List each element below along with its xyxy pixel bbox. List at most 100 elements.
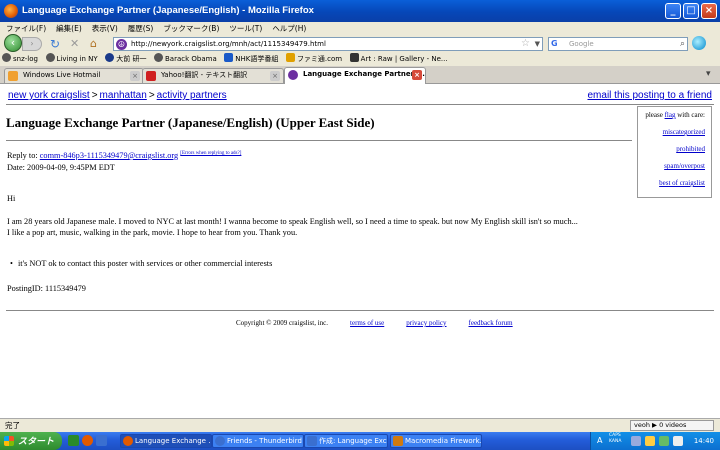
flag-miscategorized[interactable]: miscategorized bbox=[638, 128, 705, 136]
stop-button[interactable]: ✕ bbox=[70, 37, 79, 51]
menu-tools[interactable]: ツール(T) bbox=[223, 22, 266, 35]
tab-yahoo-translate[interactable]: Yahoo!翻訳 - テキスト翻訳 × bbox=[142, 68, 284, 83]
art-icon bbox=[349, 53, 359, 62]
famitsu-icon bbox=[285, 53, 295, 62]
flag-link[interactable]: flag bbox=[665, 111, 676, 119]
taskbar-item-fireworks[interactable]: Macromedia Firework... bbox=[390, 434, 482, 448]
compose-icon bbox=[307, 436, 317, 446]
gear-icon bbox=[45, 53, 55, 62]
search-placeholder: Google bbox=[569, 40, 594, 48]
crumb-manhattan[interactable]: manhattan bbox=[100, 90, 147, 101]
menu-bar: ファイル(F) 編集(E) 表示(V) 履歴(S) ブックマーク(B) ツール(T) ヘルプ… bbox=[0, 22, 720, 36]
forward-button[interactable]: › bbox=[22, 37, 42, 51]
email-posting-link[interactable]: email this posting to a friend bbox=[587, 90, 712, 101]
post-paragraph: I like a pop art, music, walking in the … bbox=[7, 228, 298, 237]
menu-view[interactable]: 表示(V) bbox=[86, 22, 122, 35]
status-text: 完了 bbox=[5, 421, 20, 430]
flag-spam-overpost[interactable]: spam/overpost bbox=[638, 162, 705, 170]
status-bar: 完了 veoh ▶ 0 videos bbox=[0, 418, 720, 432]
caps-kana-indicator: CAPS KANA bbox=[609, 433, 622, 444]
menu-bookmarks[interactable]: ブックマーク(B) bbox=[157, 22, 223, 35]
feedback-forum-link[interactable]: feedback forum bbox=[469, 319, 513, 327]
crumb-new-york[interactable]: new york craigslist bbox=[8, 90, 90, 101]
google-icon[interactable]: G bbox=[551, 39, 561, 49]
fireworks-icon bbox=[393, 436, 403, 446]
gear-icon bbox=[2, 53, 11, 62]
reply-email-link[interactable]: comm-846p3-1115349479@craigslist.org bbox=[40, 151, 178, 160]
close-icon[interactable]: × bbox=[412, 70, 422, 80]
back-button[interactable]: ‹ bbox=[4, 34, 22, 52]
title-bar: Language Exchange Partner (Japanese/Engl… bbox=[0, 0, 720, 22]
url-text[interactable]: http://newyork.craigslist.org/mnh/act/11… bbox=[131, 40, 326, 48]
page-content: new york craigslist > manhattan > activity p… bbox=[0, 84, 720, 418]
taskbar-item-thunderbird[interactable]: Friends - Thunderbird bbox=[212, 434, 304, 448]
bookmark-star-icon[interactable]: ☆ bbox=[521, 38, 530, 50]
flag-heading: please flag with care: bbox=[645, 111, 705, 119]
minimize-button[interactable]: _ bbox=[665, 3, 681, 19]
search-icon[interactable]: ⌕ bbox=[680, 38, 685, 50]
crumb-activity-partners[interactable]: activity partners bbox=[157, 90, 227, 101]
menu-edit[interactable]: 編集(E) bbox=[50, 22, 86, 35]
chevron-down-icon[interactable]: ▼ bbox=[535, 38, 540, 50]
close-icon[interactable]: × bbox=[270, 71, 280, 81]
copyright: Copyright © 2009 craigslist, inc. bbox=[236, 319, 329, 327]
veoh-widget[interactable]: veoh ▶ 0 videos bbox=[630, 420, 714, 431]
bookmark-ohmae[interactable]: 大前 研一 bbox=[103, 52, 149, 66]
bookmark-nhk[interactable]: NHK語学番組 bbox=[222, 52, 281, 66]
terms-of-use-link[interactable]: terms of use bbox=[350, 319, 384, 327]
address-bar[interactable]: ☮ http://newyork.craigslist.org/mnh/act/… bbox=[113, 37, 543, 51]
commercial-notice: it's NOT ok to contact this poster with … bbox=[10, 258, 272, 270]
bookmark-art-raw[interactable]: Art : Raw | Gallery - Ne... bbox=[348, 52, 451, 66]
firefox-quicklaunch-icon[interactable] bbox=[82, 435, 93, 446]
flag-prohibited[interactable]: prohibited bbox=[638, 145, 705, 153]
bookmark-snz-log[interactable]: snz-log bbox=[0, 52, 41, 66]
divider bbox=[6, 310, 714, 311]
close-button[interactable]: × bbox=[701, 3, 717, 19]
search-input[interactable]: G Google ⌕ bbox=[548, 37, 688, 51]
quicklaunch-icon[interactable] bbox=[68, 435, 79, 446]
taskbar-item-firefox[interactable]: Language Exchange ... bbox=[120, 434, 212, 448]
flag-box: please flag with care: miscategorized pr… bbox=[637, 106, 712, 198]
tab-hotmail[interactable]: Windows Live Hotmail × bbox=[4, 68, 144, 83]
flag-best-of[interactable]: best of craigslist bbox=[638, 179, 705, 187]
menu-history[interactable]: 履歴(S) bbox=[122, 22, 158, 35]
bookmark-living-in-ny[interactable]: Living in NY bbox=[44, 52, 101, 66]
tray-icon[interactable] bbox=[631, 436, 641, 446]
bookmarks-toolbar: snz-log Living in NY 大前 研一 Barack Obama … bbox=[0, 52, 720, 66]
tab-bar: Windows Live Hotmail × Yahoo!翻訳 - テキスト翻訳… bbox=[0, 66, 720, 84]
divider bbox=[6, 104, 714, 105]
divider bbox=[6, 140, 632, 141]
thunderbird-icon bbox=[215, 436, 225, 446]
ime-indicator[interactable]: A bbox=[597, 432, 602, 450]
tab-language-exchange[interactable]: Language Exchange Partner (J... × bbox=[284, 67, 426, 84]
peace-icon bbox=[288, 70, 298, 80]
home-button[interactable]: ⌂ bbox=[90, 37, 97, 51]
bookmark-famitsu[interactable]: ファミ通.com bbox=[284, 52, 345, 66]
close-icon[interactable]: × bbox=[130, 71, 140, 81]
bookmark-barack-obama[interactable]: Barack Obama bbox=[152, 52, 220, 66]
maximize-button[interactable]: □ bbox=[683, 3, 699, 19]
tray-icon[interactable] bbox=[673, 436, 683, 446]
tray-icon[interactable] bbox=[645, 436, 655, 446]
clock: 14:40 bbox=[693, 437, 714, 445]
reply-help-link[interactable]: [Errors when replying to ads?] bbox=[180, 151, 241, 156]
yahoo-icon bbox=[146, 71, 156, 81]
page-footer: Copyright © 2009 craigslist, inc. terms o… bbox=[236, 319, 513, 327]
menu-file[interactable]: ファイル(F) bbox=[0, 22, 50, 35]
reload-button[interactable]: ↻ bbox=[50, 37, 60, 51]
nhk-icon bbox=[224, 53, 234, 62]
quicklaunch-icon[interactable] bbox=[96, 435, 107, 446]
page-title: Language Exchange Partner (Japanese/Engl… bbox=[6, 115, 375, 130]
window-title: Language Exchange Partner (Japanese/Engl… bbox=[22, 5, 314, 16]
windows-logo-icon bbox=[4, 436, 14, 446]
post-meta: Reply to: comm-846p3-1115349479@craigsli… bbox=[7, 151, 242, 172]
start-button[interactable]: スタート bbox=[0, 432, 62, 450]
tab-list-icon[interactable]: ▾ bbox=[706, 69, 711, 79]
privacy-policy-link[interactable]: privacy policy bbox=[406, 319, 446, 327]
addon-icon[interactable] bbox=[692, 36, 706, 50]
tray-icon[interactable] bbox=[659, 436, 669, 446]
taskbar-item-compose[interactable]: 作成: Language Exch... bbox=[304, 434, 388, 448]
windows-taskbar: スタート Language Exchange ... Friends - Thu… bbox=[0, 432, 720, 450]
crumb-separator: > bbox=[148, 90, 155, 101]
menu-help[interactable]: ヘルプ(H) bbox=[266, 22, 310, 35]
